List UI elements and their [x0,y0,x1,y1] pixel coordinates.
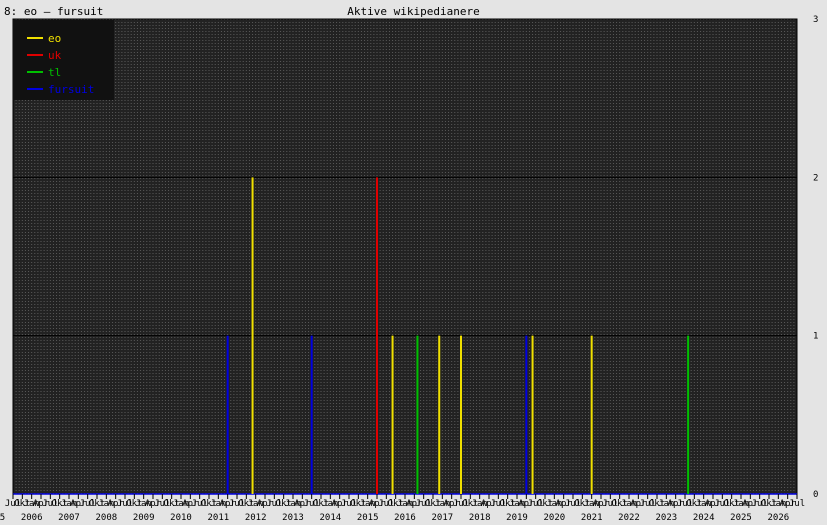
legend-label-fursuit: fursuit [48,83,94,96]
x-year-label: 2019 [506,513,528,523]
x-year-label: 2015 [357,513,379,523]
x-year-label: 2006 [21,513,43,523]
legend-label-tl: tl [48,66,61,79]
x-year-label: 2024 [693,513,715,523]
x-year-label: 2013 [282,513,304,523]
x-year-label: 2023 [655,513,677,523]
x-year-label: 2012 [245,513,267,523]
chart: 0123JulOktJanAprJulOktJanAprJulOktJanApr… [0,15,818,523]
x-year-label: 2011 [207,513,229,523]
x-year-label: 2020 [543,513,565,523]
legend-label-eo: eo [48,32,61,45]
x-year-label: 2016 [394,513,416,523]
x-year-label: 2009 [133,513,155,523]
x-year-label: 2005 [0,513,5,523]
x-year-label: 2021 [581,513,603,523]
x-year-label: 2007 [58,513,80,523]
x-month-label: Jul [789,499,805,509]
x-year-label: 2025 [730,513,752,523]
y-tick-label: 1 [813,332,818,342]
x-year-label: 2008 [95,513,117,523]
x-year-label: 2026 [767,513,789,523]
y-tick-label: 3 [813,15,818,25]
x-year-label: 2010 [170,513,192,523]
y-tick-label: 2 [813,173,818,183]
x-year-label: 2022 [618,513,640,523]
x-year-label: 2017 [431,513,453,523]
y-tick-label: 0 [813,490,818,500]
x-year-label: 2018 [469,513,491,523]
legend-label-uk: uk [48,49,62,62]
x-year-label: 2014 [319,513,341,523]
